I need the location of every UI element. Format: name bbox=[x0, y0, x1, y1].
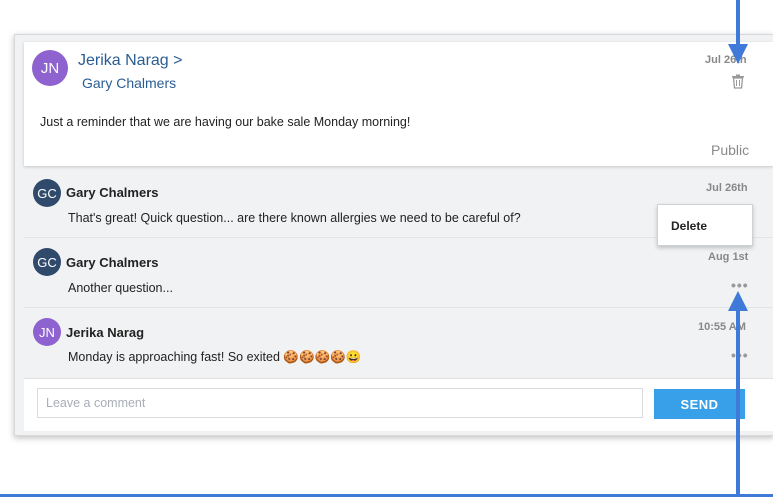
visibility-label: Public bbox=[711, 142, 750, 158]
comment-text: That's great! Quick question... are ther… bbox=[68, 211, 521, 225]
comment-text: Another question... bbox=[68, 281, 173, 295]
comment-avatar: JN bbox=[33, 318, 61, 346]
delete-menu-item[interactable]: Delete bbox=[671, 219, 707, 233]
send-button[interactable]: SEND bbox=[654, 389, 745, 419]
comment-options-menu: Delete bbox=[657, 204, 753, 246]
annotation-arrow-top-head bbox=[728, 44, 748, 64]
comment-input[interactable] bbox=[37, 388, 643, 418]
divider bbox=[24, 307, 773, 308]
annotation-line-bottom bbox=[0, 494, 773, 497]
annotation-arrow-bottom-head bbox=[728, 291, 748, 311]
post-author[interactable]: Jerika Narag > bbox=[78, 52, 183, 70]
comment-date: Aug 1st bbox=[708, 251, 749, 263]
comment-author[interactable]: Jerika Narag bbox=[66, 325, 144, 340]
annotation-arrow-top-shaft bbox=[736, 0, 740, 48]
annotation-arrow-bottom-shaft bbox=[736, 310, 740, 496]
comment-date: Jul 26th bbox=[706, 182, 748, 194]
comment-author[interactable]: Gary Chalmers bbox=[66, 255, 159, 270]
comment-avatar: GC bbox=[33, 179, 61, 207]
post-recipient[interactable]: Gary Chalmers bbox=[82, 75, 176, 91]
author-avatar: JN bbox=[32, 50, 68, 86]
comment-avatar: GC bbox=[33, 248, 61, 276]
comment-author[interactable]: Gary Chalmers bbox=[66, 185, 159, 200]
post-text: Just a reminder that we are having our b… bbox=[40, 115, 411, 129]
trash-icon[interactable] bbox=[730, 73, 746, 89]
comment-text: Monday is approaching fast! So exited 🍪🍪… bbox=[68, 350, 362, 364]
